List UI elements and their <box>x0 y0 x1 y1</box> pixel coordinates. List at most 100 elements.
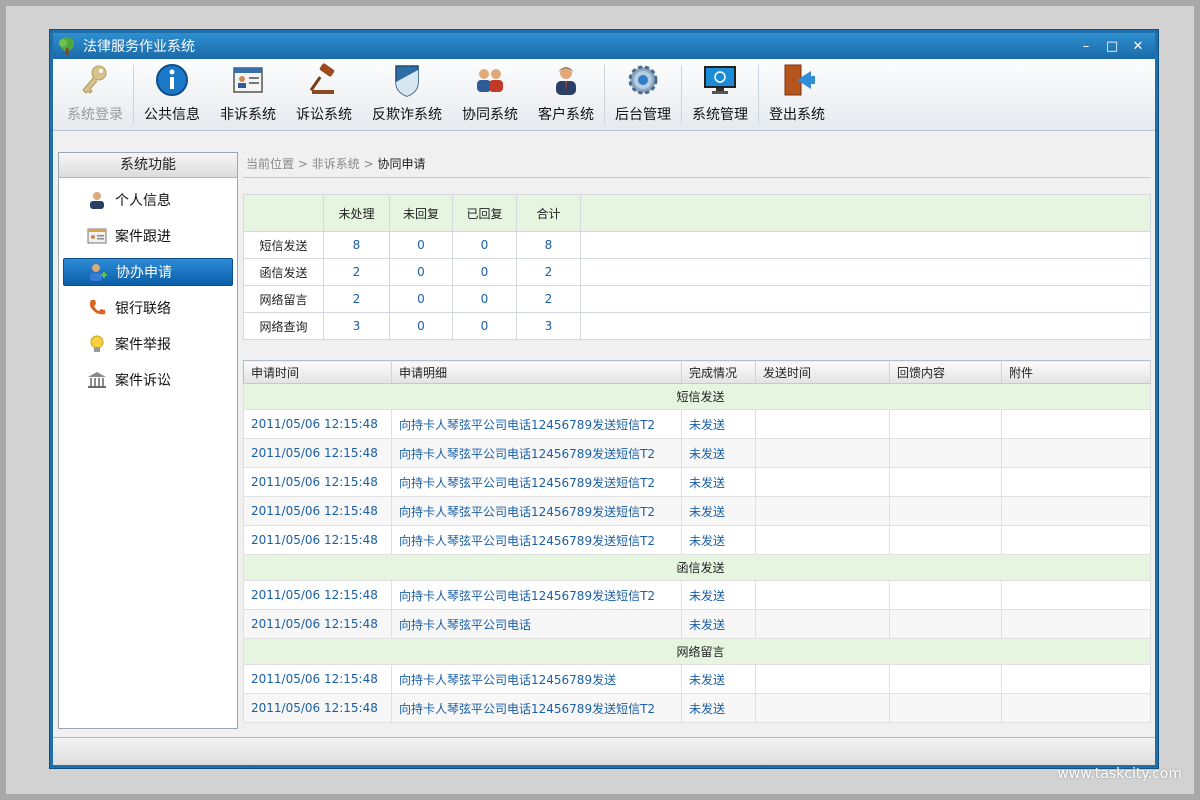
feedback <box>889 409 1002 439</box>
request-detail[interactable]: 向持卡人琴弦平公司电话 <box>391 609 682 639</box>
sidebar-item-case-report[interactable]: 案件举报 <box>63 330 233 358</box>
send-time <box>755 664 890 694</box>
table-row[interactable]: 2011/05/06 12:15:48 向持卡人琴弦平公司电话12456789发… <box>243 496 1151 526</box>
stats-cell[interactable]: 0 <box>452 285 517 313</box>
table-row[interactable]: 2011/05/06 12:15:48 向持卡人琴弦平公司电话12456789发… <box>243 467 1151 497</box>
request-time[interactable]: 2011/05/06 12:15:48 <box>243 580 392 610</box>
stats-row-label: 函信发送 <box>243 258 324 286</box>
toolbar-collaboration[interactable]: 协同系统 <box>452 59 528 130</box>
table-row[interactable]: 2011/05/06 12:15:48 向持卡人琴弦平公司电话12456789发… <box>243 525 1151 555</box>
request-time[interactable]: 2011/05/06 12:15:48 <box>243 438 392 468</box>
gavel-icon <box>309 63 335 94</box>
column-header[interactable]: 附件 <box>1001 360 1151 384</box>
stats-cell[interactable]: 3 <box>516 312 581 340</box>
request-detail[interactable]: 向持卡人琴弦平公司电话12456789发送 <box>391 664 682 694</box>
completion-status[interactable]: 未发送 <box>681 693 756 723</box>
stats-cell[interactable]: 0 <box>389 258 453 286</box>
maximize-button[interactable]: □ <box>1105 39 1119 54</box>
toolbar-login[interactable]: 系统登录 <box>57 59 133 130</box>
toolbar-backend[interactable]: 后台管理 <box>605 59 681 130</box>
sidebar-item-assist-request[interactable]: 协办申请 <box>63 258 233 286</box>
toolbar-logout[interactable]: 登出系统 <box>759 59 835 130</box>
table-row[interactable]: 2011/05/06 12:15:48 向持卡人琴弦平公司电话 未发送 <box>243 609 1151 639</box>
request-detail[interactable]: 向持卡人琴弦平公司电话12456789发送短信T2 <box>391 693 682 723</box>
minimize-button[interactable]: – <box>1079 39 1093 54</box>
stats-cell[interactable]: 8 <box>323 231 390 259</box>
stats-cell[interactable]: 0 <box>389 312 453 340</box>
feedback <box>889 693 1002 723</box>
completion-status[interactable]: 未发送 <box>681 580 756 610</box>
completion-status[interactable]: 未发送 <box>681 496 756 526</box>
gear-icon <box>628 65 658 95</box>
toolbar-system-admin[interactable]: 系统管理 <box>682 59 758 130</box>
sidebar-item-case-litigation[interactable]: 案件诉讼 <box>63 366 233 394</box>
stats-cell[interactable]: 3 <box>323 312 390 340</box>
window-title: 法律服务作业系统 <box>83 39 195 55</box>
column-header[interactable]: 申请时间 <box>243 360 392 384</box>
request-detail[interactable]: 向持卡人琴弦平公司电话12456789发送短信T2 <box>391 496 682 526</box>
stats-header: 已回复 <box>452 194 517 232</box>
table-row[interactable]: 2011/05/06 12:15:48 向持卡人琴弦平公司电话12456789发… <box>243 438 1151 468</box>
stats-cell[interactable]: 2 <box>516 258 581 286</box>
toolbar-customer[interactable]: 客户系统 <box>528 59 604 130</box>
stats-cell[interactable]: 0 <box>389 285 453 313</box>
table-row[interactable]: 2011/05/06 12:15:48 向持卡人琴弦平公司电话12456789发… <box>243 580 1151 610</box>
send-time <box>755 467 890 497</box>
toolbar-anti-fraud[interactable]: 反欺诈系统 <box>362 59 452 130</box>
shield-icon <box>395 65 419 97</box>
stats-cell[interactable]: 0 <box>452 312 517 340</box>
request-time[interactable]: 2011/05/06 12:15:48 <box>243 693 392 723</box>
stats-cell[interactable]: 2 <box>323 258 390 286</box>
toolbar-non-litigation[interactable]: 非诉系统 <box>210 59 286 130</box>
title-bar[interactable]: 法律服务作业系统 – □ ✕ <box>53 33 1155 59</box>
request-time[interactable]: 2011/05/06 12:15:48 <box>243 409 392 439</box>
feedback <box>889 664 1002 694</box>
request-detail-table: 申请时间 申请明细 完成情况 发送时间 回馈内容 附件 短信发送 2011/05… <box>243 360 1151 723</box>
breadcrumb-level1[interactable]: 非诉系统 <box>312 157 360 171</box>
table-row[interactable]: 2011/05/06 12:15:48 向持卡人琴弦平公司电话12456789发… <box>243 664 1151 694</box>
request-time[interactable]: 2011/05/06 12:15:48 <box>243 525 392 555</box>
status-bar <box>53 737 1155 765</box>
monitor-icon <box>704 66 736 94</box>
sidebar-item-bank-contact[interactable]: 银行联络 <box>63 294 233 322</box>
request-time[interactable]: 2011/05/06 12:15:48 <box>243 467 392 497</box>
close-button[interactable]: ✕ <box>1131 39 1145 54</box>
toolbar-public-info[interactable]: 公共信息 <box>134 59 210 130</box>
request-detail[interactable]: 向持卡人琴弦平公司电话12456789发送短信T2 <box>391 525 682 555</box>
feedback <box>889 609 1002 639</box>
tree-icon <box>59 37 74 55</box>
request-detail[interactable]: 向持卡人琴弦平公司电话12456789发送短信T2 <box>391 438 682 468</box>
column-header[interactable]: 回馈内容 <box>889 360 1002 384</box>
column-header[interactable]: 发送时间 <box>755 360 890 384</box>
column-header[interactable]: 申请明细 <box>391 360 682 384</box>
request-time[interactable]: 2011/05/06 12:15:48 <box>243 664 392 694</box>
request-detail[interactable]: 向持卡人琴弦平公司电话12456789发送短信T2 <box>391 409 682 439</box>
stats-cell[interactable]: 2 <box>516 285 581 313</box>
toolbar-label: 登出系统 <box>769 107 825 123</box>
sidebar-item-personal-info[interactable]: 个人信息 <box>63 186 233 214</box>
user-add-icon <box>90 264 107 281</box>
person-icon <box>90 192 104 209</box>
stats-cell[interactable]: 0 <box>452 258 517 286</box>
toolbar-litigation[interactable]: 诉讼系统 <box>286 59 362 130</box>
stats-cell[interactable]: 2 <box>323 285 390 313</box>
stats-cell[interactable]: 0 <box>389 231 453 259</box>
completion-status[interactable]: 未发送 <box>681 438 756 468</box>
stats-cell[interactable]: 0 <box>452 231 517 259</box>
stats-cell[interactable]: 8 <box>516 231 581 259</box>
completion-status[interactable]: 未发送 <box>681 525 756 555</box>
request-detail[interactable]: 向持卡人琴弦平公司电话12456789发送短信T2 <box>391 467 682 497</box>
table-row[interactable]: 2011/05/06 12:15:48 向持卡人琴弦平公司电话12456789发… <box>243 409 1151 439</box>
request-time[interactable]: 2011/05/06 12:15:48 <box>243 496 392 526</box>
completion-status[interactable]: 未发送 <box>681 467 756 497</box>
column-header[interactable]: 完成情况 <box>681 360 756 384</box>
completion-status[interactable]: 未发送 <box>681 609 756 639</box>
completion-status[interactable]: 未发送 <box>681 664 756 694</box>
table-row[interactable]: 2011/05/06 12:15:48 向持卡人琴弦平公司电话12456789发… <box>243 693 1151 723</box>
request-time[interactable]: 2011/05/06 12:15:48 <box>243 609 392 639</box>
stats-row: 网络留言 2 0 0 2 <box>243 285 1151 313</box>
sidebar-item-case-follow[interactable]: 案件跟进 <box>63 222 233 250</box>
completion-status[interactable]: 未发送 <box>681 409 756 439</box>
breadcrumb-root[interactable]: 当前位置 <box>246 157 294 171</box>
request-detail[interactable]: 向持卡人琴弦平公司电话12456789发送短信T2 <box>391 580 682 610</box>
